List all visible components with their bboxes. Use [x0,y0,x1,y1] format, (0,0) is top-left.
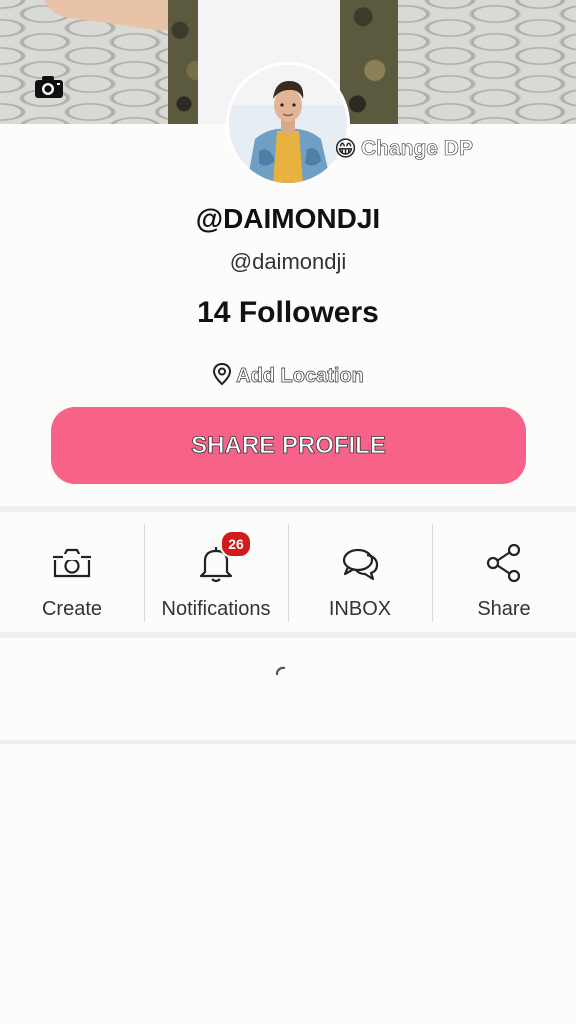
section-divider [0,632,576,638]
loading-spinner-icon [274,664,292,682]
notification-count-badge: 26 [220,530,252,558]
camera-outline-icon [49,540,95,586]
section-divider [0,506,576,512]
chat-bubbles-icon [337,540,383,586]
share-icon [481,540,527,586]
profile-action-bar: Create 26 Notifications INBOX Share [0,518,576,632]
share-profile-label: SHARE PROFILE [191,431,386,459]
share-button[interactable]: Share [432,518,576,632]
notifications-button[interactable]: 26 Notifications [144,518,288,632]
map-pin-icon [212,362,232,391]
username: @daimondji [229,249,347,274]
add-location-button[interactable]: Add Location [0,362,576,391]
change-dp-label: Change DP [360,137,474,161]
followers-count[interactable]: 14 Followers [0,296,576,330]
avatar[interactable] [226,62,350,186]
share-label: Share [477,598,531,620]
change-cover-camera-icon[interactable] [34,75,64,99]
share-profile-button[interactable]: SHARE PROFILE [51,407,526,484]
display-name: @DAIMONDJI [195,203,381,234]
create-label: Create [41,598,103,620]
inbox-button[interactable]: INBOX [288,518,432,632]
create-button[interactable]: Create [0,518,144,632]
inbox-label: INBOX [328,598,392,620]
cover-photo-jacket [340,0,398,124]
notifications-label: Notifications [161,598,271,620]
grin-emoji-icon: 😁 [334,136,357,161]
change-dp-button[interactable]: 😁 Change DP [334,134,473,164]
add-location-label: Add Location [236,365,364,388]
section-divider [0,740,576,744]
